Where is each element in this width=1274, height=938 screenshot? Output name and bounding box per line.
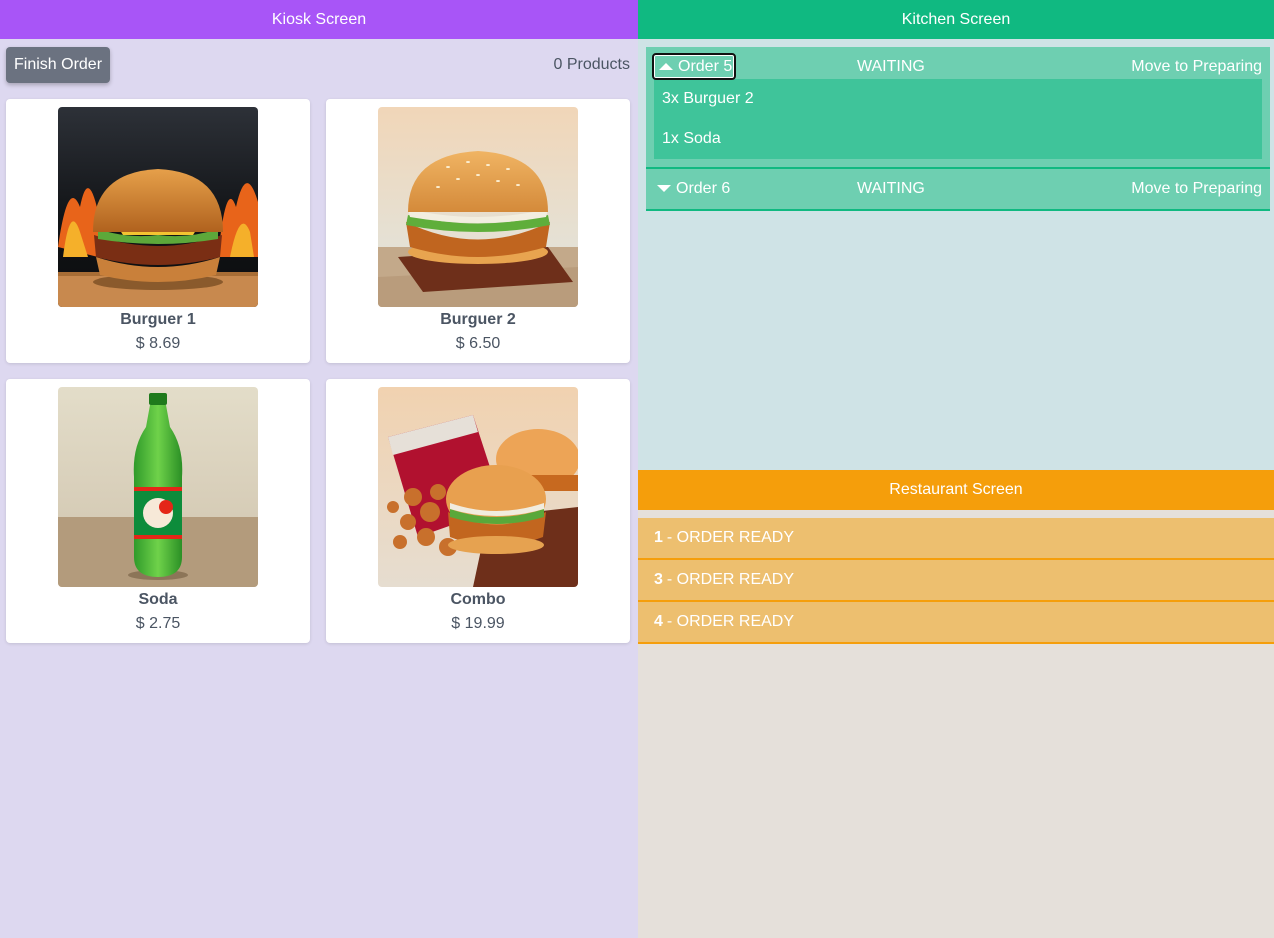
ready-order-text: - ORDER READY	[666, 613, 795, 630]
restaurant-title: Restaurant Screen	[889, 481, 1023, 498]
order-label: Order 5	[678, 57, 733, 75]
product-name: Combo	[450, 591, 506, 608]
product-card-burguer-1[interactable]: Burguer 1 $ 8.69	[6, 99, 310, 363]
ready-order-number: 4	[654, 613, 663, 630]
order-item: 1x Soda	[662, 130, 721, 147]
order-status: WAITING	[857, 58, 925, 75]
order-card-6: Order 6 WAITING Move to Preparing	[646, 169, 1270, 211]
soda-bottle-image	[58, 387, 258, 587]
ready-order-number: 3	[654, 571, 663, 588]
order-toggle-5[interactable]: Order 5	[652, 53, 737, 80]
burger-image	[58, 107, 258, 307]
order-card-5: Order 5 WAITING Move to Preparing 3x Bur…	[646, 47, 1270, 169]
order-header: Order 5 WAITING Move to Preparing	[646, 47, 1270, 80]
kitchen-header: Kitchen Screen	[638, 0, 1274, 39]
finish-order-button[interactable]: Finish Order	[6, 47, 111, 83]
order-status: WAITING	[857, 180, 925, 197]
product-card-soda[interactable]: Soda $ 2.75	[6, 379, 310, 643]
product-card-burguer-2[interactable]: Burguer 2 $ 6.50	[326, 99, 630, 363]
product-price: $ 6.50	[455, 335, 501, 352]
ready-order-number: 1	[654, 529, 663, 546]
ready-order-text: - ORDER READY	[666, 529, 795, 546]
move-to-preparing-button[interactable]: Move to Preparing	[1131, 180, 1262, 198]
order-label: Order 6	[676, 179, 731, 197]
combo-image	[378, 387, 578, 587]
chevron-down-icon	[657, 185, 671, 192]
chicken-burger-image	[378, 107, 578, 307]
restaurant-header: Restaurant Screen	[638, 470, 1274, 510]
product-card-combo[interactable]: Combo $ 19.99	[326, 379, 630, 643]
product-price: $ 8.69	[135, 335, 181, 352]
kiosk-panel: Kiosk Screen Finish Order 0 Products Bur…	[0, 0, 638, 938]
restaurant-panel: Restaurant Screen 1 - ORDER READY 3 - OR…	[638, 470, 1274, 938]
product-name: Burguer 2	[440, 311, 516, 328]
product-count: 0 Products	[553, 56, 630, 73]
order-header: Order 6 WAITING Move to Preparing	[646, 169, 1270, 209]
ready-order-row: 4 - ORDER READY	[638, 602, 1274, 644]
ready-order-row: 1 - ORDER READY	[638, 518, 1274, 560]
kiosk-header: Kiosk Screen	[0, 0, 638, 39]
order-toggle-6[interactable]: Order 6	[652, 175, 732, 202]
ready-orders-list: 1 - ORDER READY 3 - ORDER READY 4 - ORDE…	[638, 518, 1274, 644]
product-name: Burguer 1	[120, 311, 196, 328]
order-item: 3x Burguer 2	[662, 90, 754, 107]
product-name: Soda	[138, 591, 178, 608]
move-to-preparing-button[interactable]: Move to Preparing	[1131, 58, 1262, 76]
product-price: $ 2.75	[135, 615, 181, 632]
kiosk-title: Kiosk Screen	[271, 10, 367, 28]
product-price: $ 19.99	[451, 615, 505, 632]
ready-order-text: - ORDER READY	[666, 571, 795, 588]
chevron-up-icon	[659, 63, 673, 70]
kitchen-title: Kitchen Screen	[901, 10, 1011, 28]
ready-order-row: 3 - ORDER READY	[638, 560, 1274, 602]
kitchen-panel: Kitchen Screen Order 5 WAITING Move to P…	[638, 0, 1274, 470]
order-items: 3x Burguer 2 1x Soda	[654, 79, 1262, 159]
product-grid: Burguer 1 $ 8.69 Burguer 2 $ 6.50 Soda $…	[6, 99, 630, 643]
